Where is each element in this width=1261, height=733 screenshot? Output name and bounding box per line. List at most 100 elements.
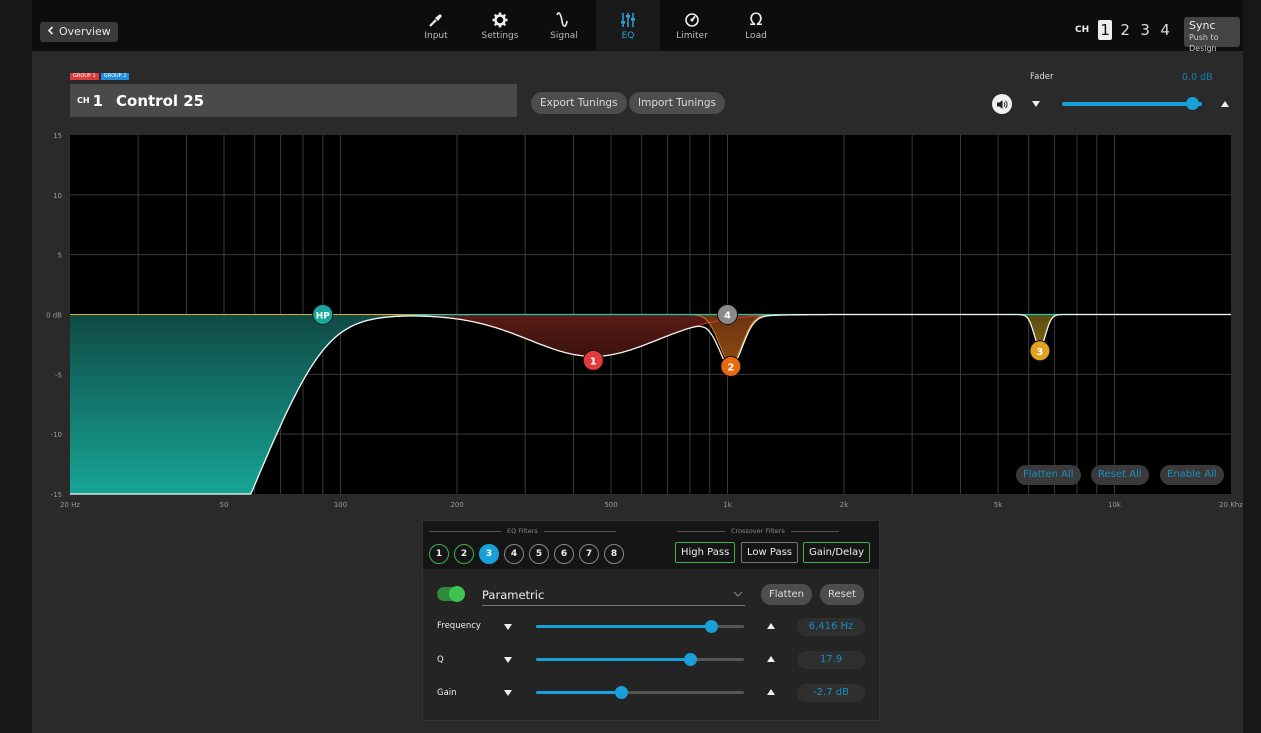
nav-signal[interactable]: Signal xyxy=(532,0,596,51)
q-slider[interactable] xyxy=(536,653,744,666)
y-tick-label: 0 dB xyxy=(46,312,62,320)
nav-eq[interactable]: EQ xyxy=(596,0,660,51)
gain-value[interactable]: -2.7 dB xyxy=(797,684,865,702)
channel-prefix: CH xyxy=(77,96,90,105)
channel-2-button[interactable]: 2 xyxy=(1118,21,1132,39)
nav-limiter-label: Limiter xyxy=(676,30,708,41)
eq-sliders-icon xyxy=(618,11,638,29)
flatten-button[interactable]: Flatten xyxy=(761,584,812,605)
x-tick-label: 200 xyxy=(450,501,463,509)
q-value[interactable]: 17.9 xyxy=(797,651,865,669)
fader-up-button[interactable] xyxy=(1221,101,1229,107)
filter-enable-toggle[interactable] xyxy=(437,586,465,602)
group-tag-2: GROUP 2 xyxy=(100,73,130,80)
gain-delay-button[interactable]: Gain/Delay xyxy=(803,542,871,563)
x-tick-label: 2k xyxy=(840,501,849,509)
x-tick-label: 50 xyxy=(220,501,229,509)
import-tunings-button[interactable]: Import Tunings xyxy=(629,92,726,114)
frequency-label: Frequency xyxy=(437,621,481,631)
chevron-down-icon xyxy=(733,586,743,604)
channel-3-button[interactable]: 3 xyxy=(1138,21,1152,39)
channel-name-field[interactable]: CH 1 Control 25 xyxy=(70,84,517,117)
channel-1-button[interactable]: 1 xyxy=(1098,20,1113,40)
flatten-all-button[interactable]: Flatten All xyxy=(1016,465,1081,485)
q-slider-fill xyxy=(536,658,690,661)
q-slider-thumb[interactable] xyxy=(683,653,697,666)
sync-subtitle: Push to Design xyxy=(1189,33,1219,53)
frequency-up-button[interactable] xyxy=(767,623,775,629)
x-tick-label: 500 xyxy=(604,501,617,509)
nav-settings-label: Settings xyxy=(481,30,519,41)
eq-graph[interactable]: HP 1 2 4 3 15 10 5 0 dB -5 -10 -15 20 Hz 50 100 200 500 1… xyxy=(32,127,1243,515)
q-down-button[interactable] xyxy=(504,657,512,663)
channel-4-button[interactable]: 4 xyxy=(1158,21,1172,39)
frequency-slider[interactable] xyxy=(536,620,744,633)
filter-panel: EQ Filters Crossover Filters 1 2 3 4 5 6… xyxy=(422,520,880,721)
eq-filter-7-button[interactable]: 7 xyxy=(579,544,599,564)
eq-graph-svg[interactable]: HP 1 2 4 3 15 10 5 0 dB -5 -10 -15 20 Hz 50 100 200 500 1… xyxy=(32,127,1243,515)
eq-marker-label: 3 xyxy=(1036,347,1043,358)
eq-filter-4-button[interactable]: 4 xyxy=(504,544,524,564)
frequency-slider-fill xyxy=(536,625,711,628)
nav-signal-label: Signal xyxy=(550,30,578,41)
eq-filter-8-button[interactable]: 8 xyxy=(604,544,624,564)
group-tag-1: GROUP 1 xyxy=(70,73,99,80)
gain-down-button[interactable] xyxy=(504,690,512,696)
fader-down-button[interactable] xyxy=(1032,101,1040,107)
channel-name: Control 25 xyxy=(116,91,205,110)
crossover-filters-label: Crossover Filters xyxy=(731,527,785,535)
low-pass-button[interactable]: Low Pass xyxy=(741,542,798,563)
gain-up-button[interactable] xyxy=(767,689,775,695)
eq-filter-1-button[interactable]: 1 xyxy=(429,544,449,564)
sync-title: Sync xyxy=(1189,19,1216,32)
y-tick-label: -15 xyxy=(51,491,62,499)
nav-load[interactable]: Ω Load xyxy=(724,0,788,51)
reset-button[interactable]: Reset xyxy=(820,584,864,605)
fader-label: Fader xyxy=(1030,72,1054,82)
nav-input[interactable]: Input xyxy=(404,0,468,51)
eq-filter-5-button[interactable]: 5 xyxy=(529,544,549,564)
y-tick-label: 10 xyxy=(53,192,62,200)
high-pass-button[interactable]: High Pass xyxy=(675,542,736,563)
speaker-icon xyxy=(996,95,1008,114)
filter-type-select[interactable]: Parametric xyxy=(482,586,745,606)
sync-button[interactable]: Sync Push to Design xyxy=(1184,17,1240,53)
fader-value: 0.0 dB xyxy=(1182,72,1213,83)
x-tick-label: 5k xyxy=(994,501,1003,509)
frequency-value[interactable]: 6,416 Hz xyxy=(797,618,865,636)
gain-slider[interactable] xyxy=(536,686,744,699)
crossover-filters-header: Crossover Filters xyxy=(677,527,839,535)
enable-all-button[interactable]: Enable All xyxy=(1160,465,1224,485)
input-jack-icon xyxy=(426,11,446,29)
eq-filter-3-button[interactable]: 3 xyxy=(479,544,499,564)
nav-input-label: Input xyxy=(424,30,448,41)
y-tick-label: 15 xyxy=(53,132,62,140)
signal-wave-icon xyxy=(554,11,574,29)
export-tunings-button[interactable]: Export Tunings xyxy=(531,92,627,114)
x-tick-label: 1k xyxy=(723,501,732,509)
eq-filters-header: EQ Filters xyxy=(429,527,616,535)
frequency-down-button[interactable] xyxy=(504,624,512,630)
nav-eq-label: EQ xyxy=(621,30,635,41)
eq-filter-6-button[interactable]: 6 xyxy=(554,544,574,564)
eq-filter-2-button[interactable]: 2 xyxy=(454,544,474,564)
app-window: Overview Input Settings Signal EQ Limite… xyxy=(32,0,1243,733)
x-tick-label: 20 Hz xyxy=(60,501,80,509)
fader-slider[interactable] xyxy=(1062,102,1202,106)
q-up-button[interactable] xyxy=(767,656,775,662)
ohm-icon: Ω xyxy=(749,9,763,30)
overview-back-button[interactable]: Overview xyxy=(40,22,118,42)
gain-slider-thumb[interactable] xyxy=(615,686,629,699)
x-tick-label: 10k xyxy=(1108,501,1122,509)
channel-selector-label: CH xyxy=(1075,25,1090,35)
fader-thumb[interactable] xyxy=(1186,97,1200,110)
gear-icon xyxy=(490,11,510,29)
nav-limiter[interactable]: Limiter xyxy=(660,0,724,51)
frequency-slider-thumb[interactable] xyxy=(704,620,718,633)
window-frame-left xyxy=(0,0,32,733)
eq-filters-label: EQ Filters xyxy=(507,527,538,535)
filter-settings: Parametric Flatten Reset Frequency 6,416… xyxy=(423,569,879,720)
mute-button[interactable] xyxy=(992,94,1012,114)
nav-settings[interactable]: Settings xyxy=(468,0,532,51)
reset-all-button[interactable]: Reset All xyxy=(1091,465,1149,485)
